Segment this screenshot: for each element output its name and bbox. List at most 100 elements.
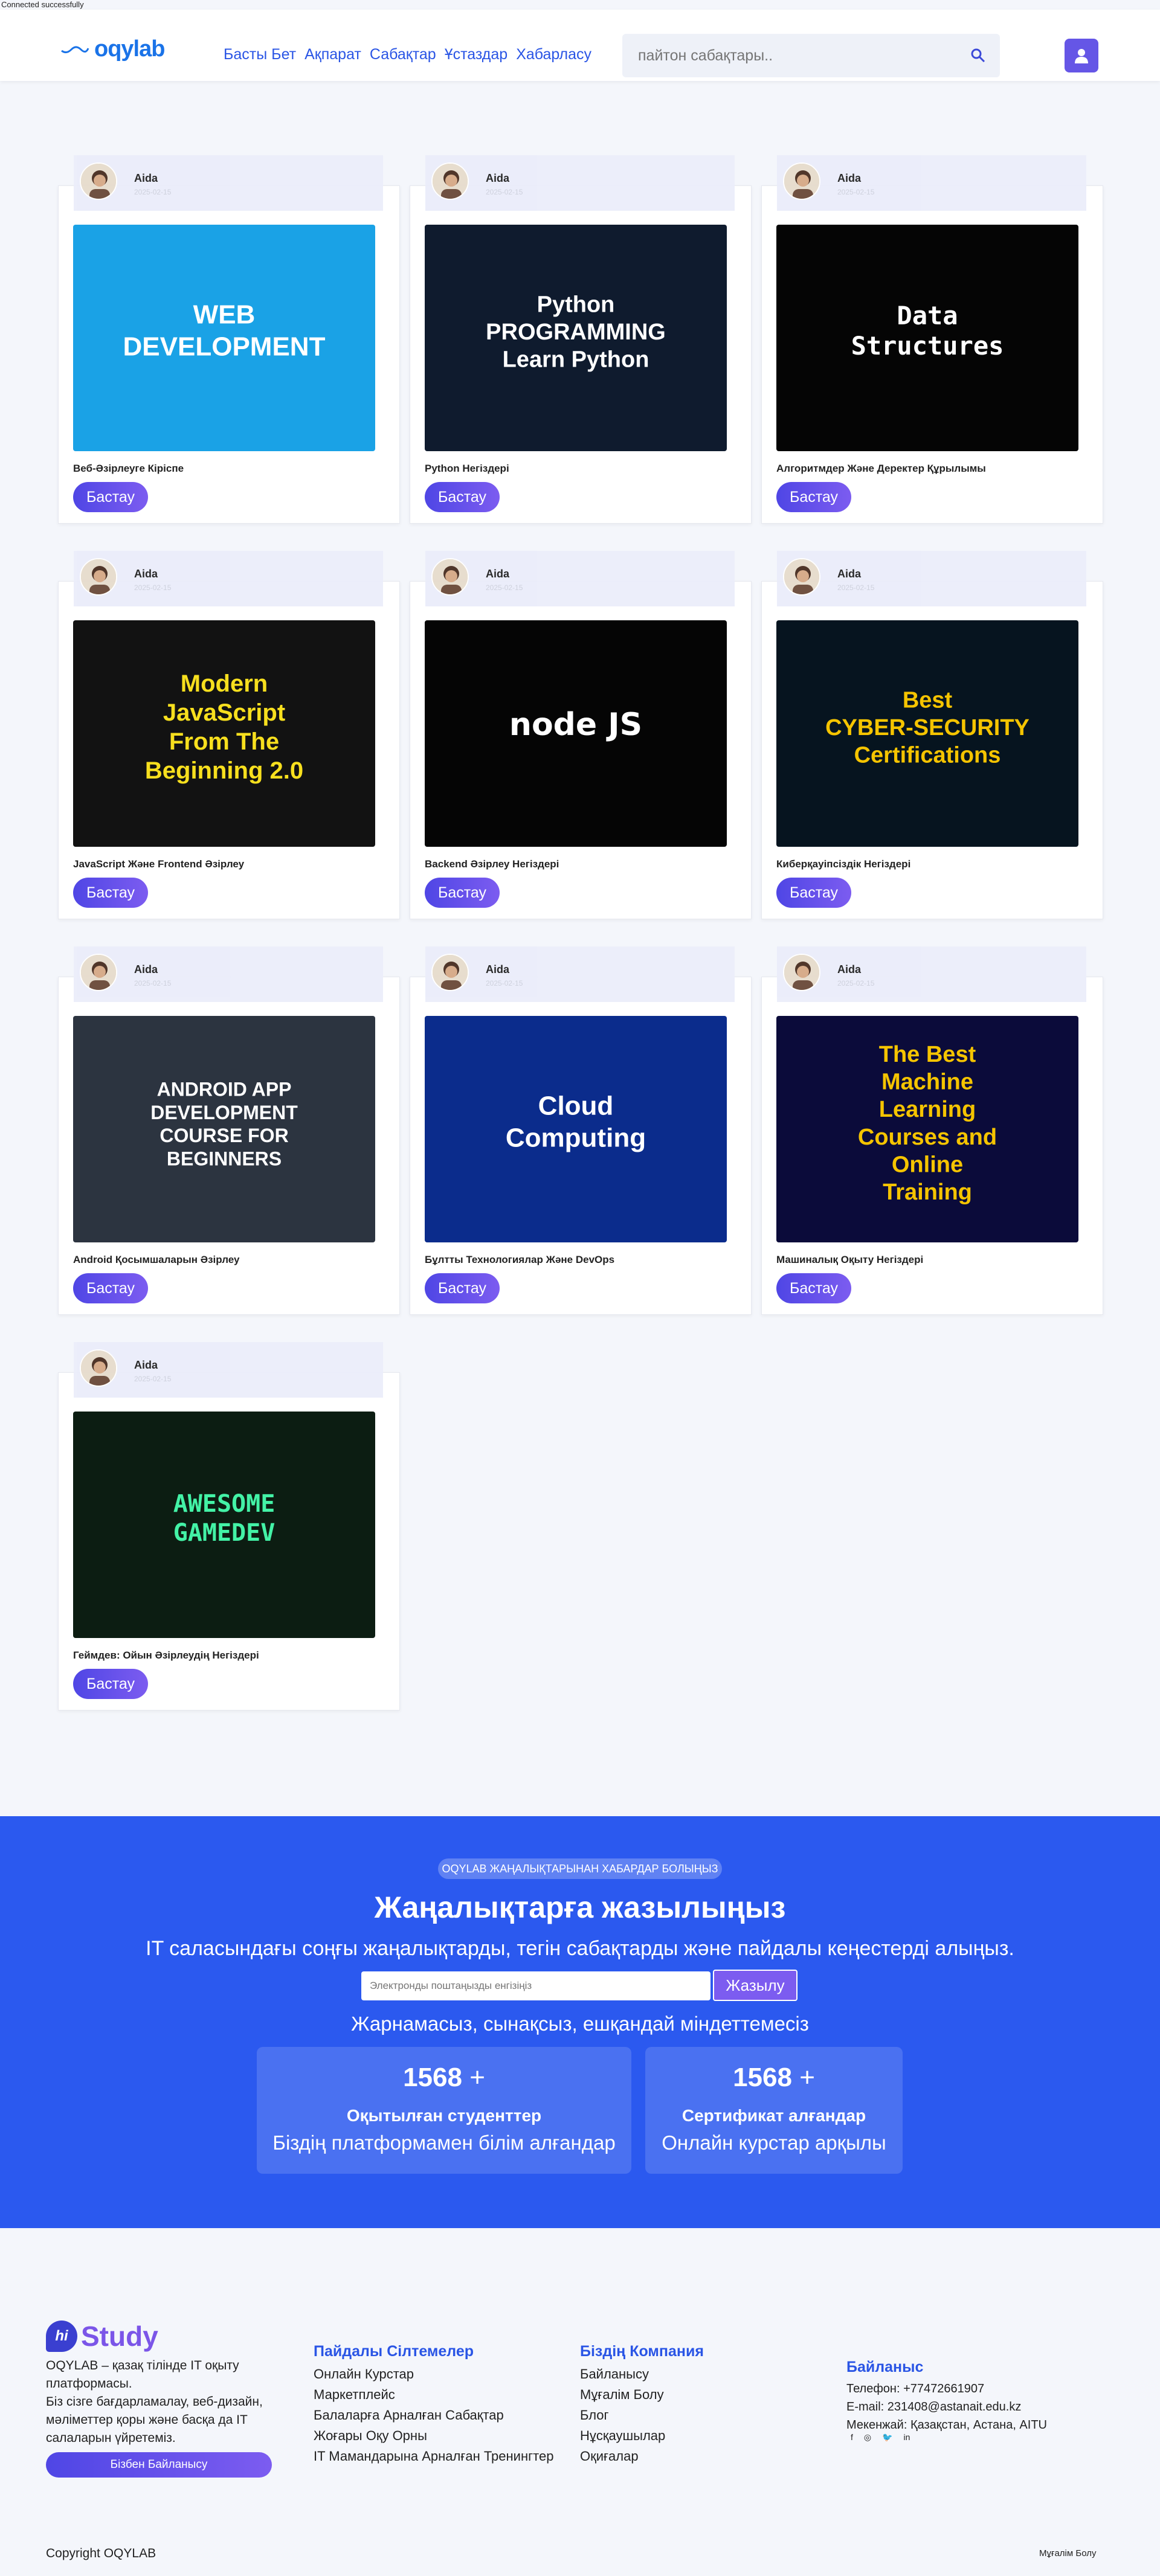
email-field[interactable] [361,1971,710,2000]
post-date: 2025-02-15 [837,979,875,988]
footer-link[interactable]: Жоғары Оқу Орны [314,2426,553,2446]
start-button[interactable]: Бастау [73,1273,148,1303]
contact-info: Байланыс Телефон: +77472661907 E-mail: 2… [846,2359,1047,2434]
avatar-image [784,164,819,199]
svg-text:Cloud: Cloud [538,1091,614,1121]
contact-email[interactable]: E-mail: 231408@astanait.edu.kz [846,2398,1047,2416]
search-icon[interactable] [970,47,987,64]
course-thumbnail: The Best Machine Learning Courses and Online… [776,1016,1078,1242]
footer-link[interactable]: Мұғалім Болу [580,2385,704,2405]
start-button[interactable]: Бастау [73,1669,148,1699]
contact-address: Мекенжай: Қазақстан, Астана, AITU [846,2418,1047,2432]
instagram-icon[interactable]: ◎ [864,2432,871,2443]
footer-link[interactable]: Онлайн Курстар [314,2364,553,2385]
svg-text:Beginning 2.0: Beginning 2.0 [145,757,303,784]
svg-text:Learning: Learning [879,1097,976,1122]
course-card-8: Cloud Computing Бұлтты Технологиялар Және… [410,977,752,1315]
site-footer: hi Study OQYLAB – қазақ тілінде IT оқыту… [0,2228,1160,2576]
footer-logo[interactable]: hi Study [46,2320,158,2353]
logo[interactable]: oqylab [60,36,165,62]
start-button[interactable]: Бастау [73,482,148,512]
course-image: BestCYBER-SECURITY Certifications [825,687,1030,768]
author-name: Aida [837,568,862,580]
footer-link[interactable]: IT Мамандарына Арналған Тренингтер [314,2446,553,2467]
start-button[interactable]: Бастау [776,878,851,908]
stat-card-certificates: 1568 + Сертификат алғандар Онлайн курста… [645,2047,903,2174]
author-name: Aida [134,172,158,184]
site-header: oqylab Басты Бет Ақпарат Сабақтар Ұстазд… [0,10,1160,81]
svg-text:WEB: WEB [193,300,256,330]
start-button[interactable]: Бастау [73,878,148,908]
post-date: 2025-02-15 [486,979,523,988]
course-thumbnail: ANDROID APP DEVELOPMENT COURSE FOR BEGINNER… [73,1016,375,1242]
author-name: Aida [837,172,862,184]
course-thumbnail: Best CYBER-SECURITY Certifications [776,620,1078,847]
author-name: Aida [134,1359,158,1371]
card-author-header: Aida 2025-02-15 [74,1342,383,1398]
avatar [80,954,117,991]
stat-label: Оқытылған студенттер [346,2106,542,2125]
start-button[interactable]: Бастау [425,1273,500,1303]
connection-status: Connected successfully [1,0,84,9]
stat-description: Онлайн курстар арқылы [662,2131,886,2154]
post-date: 2025-02-15 [837,188,875,196]
avatar-image [81,164,116,199]
social-links: f ◎ 🐦 in [851,2432,910,2443]
stat-description: Біздің платформамен білім алғандар [272,2131,616,2154]
course-thumbnail: Data Structures [776,225,1078,451]
avatar [80,558,117,596]
svg-text:Python: Python [537,292,615,317]
card-author-header: Aida 2025-02-15 [777,551,1086,606]
linkedin-icon[interactable]: in [904,2432,910,2443]
footer-link[interactable]: Нұсқаушылар [580,2426,704,2446]
become-teacher-link[interactable]: Мұғалім Болу [1039,2548,1096,2558]
course-card-4: Modern JavaScript From The Beginning 2.0 Ja… [58,581,400,919]
user-icon [1075,49,1088,63]
nav-lessons[interactable]: Сабақтар [370,46,436,63]
start-button[interactable]: Бастау [776,482,851,512]
svg-text:Training: Training [883,1180,972,1205]
avatar-image [433,164,468,199]
course-title: Backend Әзірлеу Негіздері [425,858,559,870]
contact-title: Байланыс [846,2359,924,2375]
svg-text:Courses and: Courses and [858,1125,997,1150]
footer-link[interactable]: Байланысу [580,2364,704,2385]
post-date: 2025-02-15 [486,583,523,592]
avatar [783,162,820,200]
author-name: Aida [134,963,158,975]
course-image: ModernJavaScriptFrom TheBeginning 2.0 [145,670,303,784]
nav-teachers[interactable]: Ұстаздар [445,46,508,63]
footer-link[interactable]: Блог [580,2405,704,2426]
subscribe-button[interactable]: Жазылу [713,1970,798,2001]
company-links: Біздің Компания Байланысу Мұғалім Болу Б… [580,2343,704,2467]
start-button[interactable]: Бастау [425,878,500,908]
nav-contact[interactable]: Хабарласу [516,46,591,63]
footer-link[interactable]: Оқиғалар [580,2446,704,2467]
footer-link[interactable]: Балаларға Арналған Сабақтар [314,2405,553,2426]
main-nav: Басты Бет Ақпарат Сабақтар Ұстаздар Хаба… [224,46,591,63]
avatar [80,162,117,200]
contact-us-button[interactable]: Бізбен Байланысу [46,2452,272,2478]
course-title: Бұлтты Технологиялар Және DevOps [425,1254,615,1265]
nav-home[interactable]: Басты Бет [224,46,296,63]
course-thumbnail: node JS [425,620,727,847]
footer-link[interactable]: Маркетплейс [314,2385,553,2405]
profile-button[interactable] [1065,39,1098,72]
start-button[interactable]: Бастау [425,482,500,512]
facebook-icon[interactable]: f [851,2432,853,2443]
avatar [783,558,820,596]
course-image: node JS [509,707,642,743]
twitter-icon[interactable]: 🐦 [882,2432,892,2443]
nav-about[interactable]: Ақпарат [304,46,361,63]
start-button[interactable]: Бастау [776,1273,851,1303]
avatar-image [784,559,819,594]
course-title: Киберқауіпсіздік Негіздері [776,858,911,870]
author-name: Aida [486,172,510,184]
newsletter-section: OQYLAB ЖАҢАЛЫҚТАРЫНАН ХАБАРДАР БОЛЫҢЫЗ Ж… [0,1816,1160,2228]
course-card-2: Python PROGRAMMING Learn Python Python Нег… [410,185,752,524]
course-card-1: WEB DEVELOPMENT Веб-Әзірлеуге Кіріспе Бас… [58,185,400,524]
avatar-image [81,955,116,990]
course-title: Машиналық Оқыту Негіздері [776,1254,924,1265]
search-input[interactable] [622,34,961,77]
course-title: Android Қосымшаларын Әзірлеу [73,1254,240,1265]
